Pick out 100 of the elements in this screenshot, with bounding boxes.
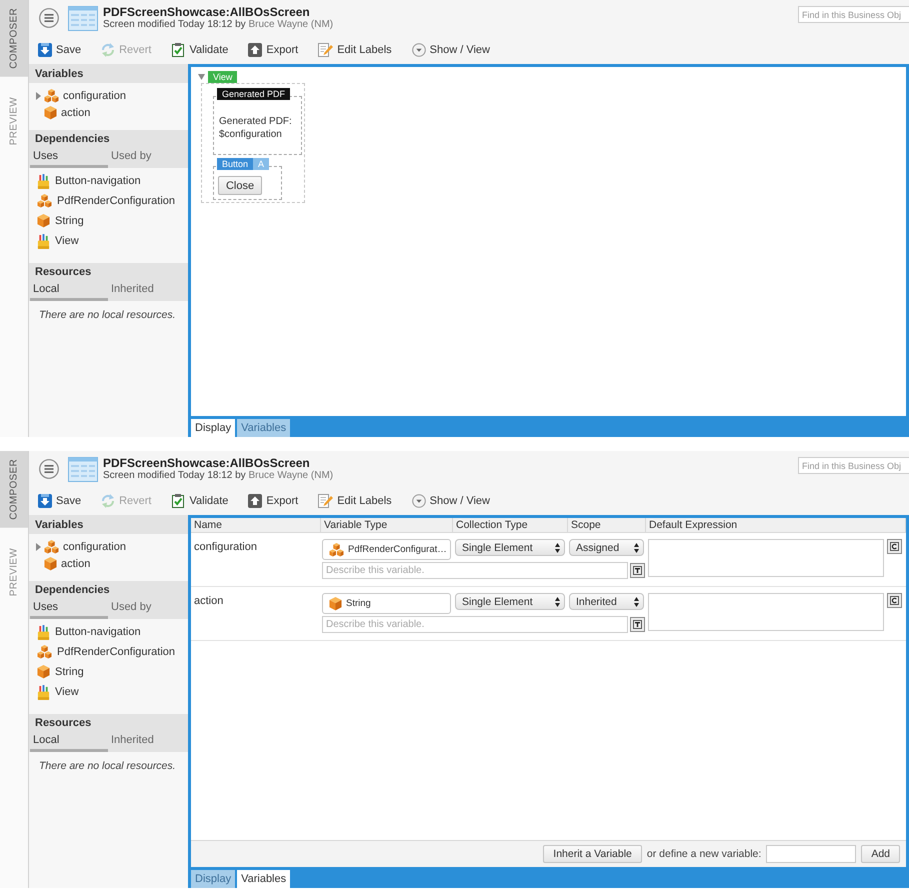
- sidebar-tab[interactable]: Local: [30, 280, 108, 301]
- bottom-tab[interactable]: Variables: [237, 870, 290, 888]
- collection-select[interactable]: Single Element: [455, 593, 565, 610]
- sidebar-tab[interactable]: Inherited: [108, 280, 186, 301]
- search-field[interactable]: Find in this Business Obj: [798, 457, 909, 474]
- scope-select[interactable]: Assigned: [569, 539, 644, 556]
- cube-icon: [329, 596, 342, 610]
- sidebar-tab[interactable]: Used by: [108, 598, 186, 619]
- save-button[interactable]: Save: [38, 43, 82, 57]
- bottom-tab[interactable]: Display: [191, 419, 236, 437]
- menu-icon[interactable]: [39, 459, 59, 479]
- edit-labels-button[interactable]: Edit Labels: [318, 494, 392, 508]
- circular-arrows-icon: [101, 43, 116, 57]
- export-button[interactable]: Export: [248, 43, 298, 57]
- column-header: Scope: [568, 518, 646, 532]
- dependency-item[interactable]: Button-navigation: [29, 171, 188, 191]
- validate-button[interactable]: Validate: [171, 494, 228, 508]
- tree-item[interactable]: action: [29, 104, 188, 121]
- select-arrows-icon: [555, 596, 560, 606]
- canvas-button[interactable]: Close: [218, 176, 262, 195]
- pencil-cup-icon: [37, 174, 50, 188]
- text-format-button[interactable]: [630, 617, 645, 632]
- select-arrows-icon: [634, 542, 639, 552]
- sidebar-tab[interactable]: Uses: [30, 147, 108, 168]
- dependency-item[interactable]: Button-navigation: [29, 622, 188, 642]
- type-button[interactable]: PdfRenderConfigurat…: [322, 539, 451, 560]
- inherit-button[interactable]: Inherit a Variable: [543, 845, 642, 863]
- cubes-icon: [44, 88, 59, 102]
- validate-button[interactable]: Validate: [171, 43, 228, 57]
- column-header: Name: [191, 518, 321, 532]
- cube-icon: [37, 665, 50, 679]
- dependency-item[interactable]: String: [29, 662, 188, 682]
- dependency-item[interactable]: String: [29, 211, 188, 231]
- dependency-item[interactable]: View: [29, 231, 188, 251]
- select-arrows-icon: [555, 542, 560, 552]
- expression-field[interactable]: [648, 539, 884, 577]
- tree-item[interactable]: action: [29, 555, 188, 572]
- window-grid-icon: [68, 456, 98, 482]
- expand-triangle-icon[interactable]: [36, 92, 41, 100]
- description-field[interactable]: Describe this variable.: [322, 616, 628, 633]
- description-field[interactable]: Describe this variable.: [322, 562, 628, 579]
- export-icon: [248, 494, 262, 508]
- clipboard-check-icon: [171, 494, 186, 508]
- show-view-button[interactable]: Show / View: [412, 43, 490, 57]
- mode-tab[interactable]: COMPOSER: [0, 451, 28, 528]
- cubes-icon: [329, 542, 344, 556]
- component-tag[interactable]: Button: [217, 158, 254, 170]
- t-letter-icon: [633, 566, 642, 575]
- new-variable-field[interactable]: [766, 845, 856, 863]
- cube-icon: [44, 556, 57, 570]
- section-header: Variables: [29, 64, 188, 83]
- export-button[interactable]: Export: [248, 494, 298, 508]
- collapse-triangle-icon[interactable]: [198, 74, 205, 80]
- c-letter-icon: [890, 596, 899, 605]
- save-icon: [38, 43, 52, 57]
- edit-labels-button[interactable]: Edit Labels: [318, 43, 392, 57]
- c-letter-icon: [890, 542, 899, 551]
- sidebar-tab[interactable]: Uses: [30, 598, 108, 619]
- dependency-item[interactable]: PdfRenderConfiguration: [29, 191, 188, 211]
- component-tag[interactable]: Generated PDF: [217, 88, 290, 100]
- save-button[interactable]: Save: [38, 494, 82, 508]
- export-icon: [248, 43, 262, 57]
- dependency-item[interactable]: View: [29, 682, 188, 702]
- expression-editor-button[interactable]: [887, 593, 902, 608]
- sidebar-tab[interactable]: Inherited: [108, 731, 186, 752]
- modified-text: Screen modified Today 18:12 by Bruce Wayne (NM): [103, 470, 334, 482]
- collection-select[interactable]: Single Element: [455, 539, 565, 556]
- type-button[interactable]: String: [322, 593, 451, 614]
- dropdown-circle-icon: [412, 43, 426, 57]
- window-grid-icon: [68, 6, 98, 30]
- cube-icon: [37, 214, 50, 228]
- cubes-icon: [37, 194, 52, 208]
- sidebar-tab[interactable]: Local: [30, 731, 108, 752]
- document-pencil-icon: [318, 494, 334, 508]
- tree-item[interactable]: configuration: [29, 87, 188, 104]
- expression-editor-button[interactable]: [887, 539, 902, 554]
- menu-icon[interactable]: [39, 8, 59, 28]
- select-arrows-icon: [634, 596, 639, 606]
- circular-arrows-icon: [101, 494, 116, 508]
- mode-tab[interactable]: COMPOSER: [0, 0, 28, 77]
- cubes-icon: [37, 645, 52, 659]
- sidebar-tab[interactable]: Used by: [108, 147, 186, 168]
- dropdown-circle-icon: [412, 494, 426, 508]
- scope-select[interactable]: Inherited: [569, 593, 644, 610]
- tree-item[interactable]: configuration: [29, 538, 188, 555]
- add-button[interactable]: Add: [861, 845, 900, 863]
- define-label: or define a new variable:: [646, 848, 762, 860]
- section-header: Resources: [29, 714, 188, 731]
- pencil-cup-icon: [37, 234, 50, 248]
- expression-field[interactable]: [648, 593, 884, 631]
- t-letter-icon: [633, 620, 642, 629]
- empty-message: There are no local resources.: [38, 759, 177, 772]
- dependency-item[interactable]: PdfRenderConfiguration: [29, 642, 188, 662]
- text-format-button[interactable]: [630, 563, 645, 578]
- expand-triangle-icon[interactable]: [36, 542, 41, 550]
- section-header: Dependencies: [29, 581, 188, 598]
- search-field[interactable]: Find in this Business Obj: [798, 6, 909, 23]
- name-cell-text: configuration: [193, 540, 258, 553]
- section-header: Variables: [29, 515, 188, 534]
- show-view-button[interactable]: Show / View: [412, 494, 490, 508]
